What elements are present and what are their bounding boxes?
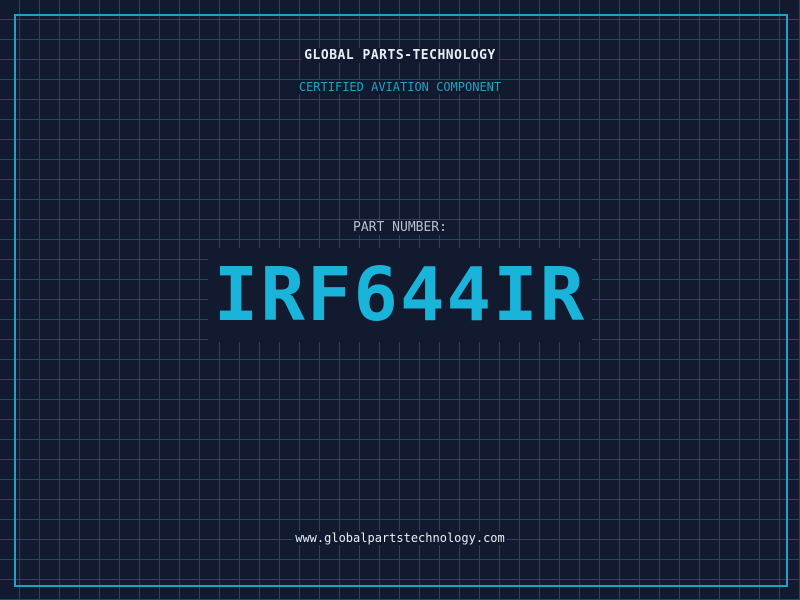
website-url-text: www.globalpartstechnology.com [293, 531, 507, 545]
company-name-text: GLOBAL PARTS-TECHNOLOGY [302, 48, 498, 63]
part-number-label: PART NUMBER: [0, 220, 800, 235]
company-name: GLOBAL PARTS-TECHNOLOGY [0, 48, 800, 63]
part-number-value: IRF644IR [0, 248, 800, 342]
part-number-label-text: PART NUMBER: [351, 220, 449, 235]
certification-subtitle-text: CERTIFIED AVIATION COMPONENT [296, 80, 504, 94]
website-url: www.globalpartstechnology.com [0, 531, 800, 545]
part-number-value-text: IRF644IR [207, 248, 593, 342]
certification-subtitle: CERTIFIED AVIATION COMPONENT [0, 80, 800, 94]
